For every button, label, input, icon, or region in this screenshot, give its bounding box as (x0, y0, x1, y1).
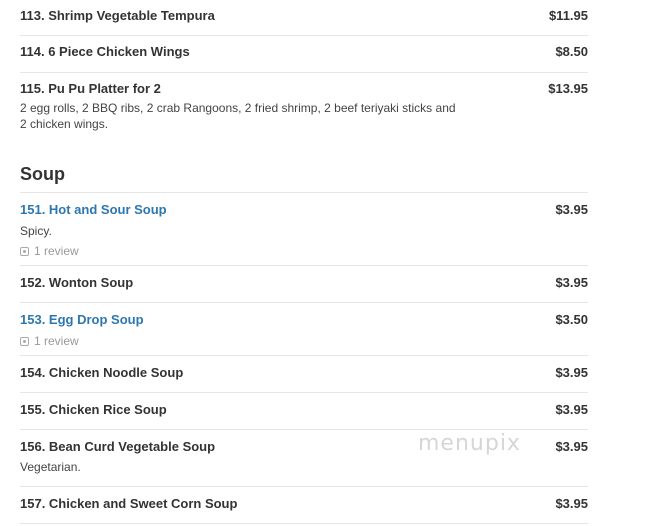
menu-item-link[interactable]: 151. Hot and Sour Soup (20, 202, 167, 218)
menu-item-price: $3.95 (555, 439, 588, 454)
menu-item-name: 157. Chicken and Sweet Corn Soup (20, 496, 238, 511)
menu-item-link[interactable]: 153. Egg Drop Soup (20, 312, 144, 328)
review-count: 1 review (34, 334, 79, 348)
menu-item-price: $3.50 (555, 312, 588, 327)
menu-item: 157. Chicken and Sweet Corn Soup $3.95 (20, 487, 588, 524)
menu-item: 155. Chicken Rice Soup $3.95 (20, 393, 588, 430)
menu-item-price: $3.95 (555, 402, 588, 417)
menu-item: 154. Chicken Noodle Soup $3.95 (20, 356, 588, 393)
review-icon (20, 246, 29, 256)
menu-item: 153. Egg Drop Soup $3.50 1 review (20, 303, 588, 356)
menu-item-name: 113. Shrimp Vegetable Tempura (20, 8, 215, 23)
menu-item-price: $3.95 (555, 202, 588, 217)
menu-item-price: $3.95 (555, 365, 588, 380)
menu-item-name: 154. Chicken Noodle Soup (20, 365, 184, 380)
menu-item-description: 2 egg rolls, 2 BBQ ribs, 2 crab Rangoons… (20, 101, 456, 131)
menu-item-name: 156. Bean Curd Vegetable Soup (20, 439, 216, 454)
menu-item-description: Spicy. (20, 224, 52, 238)
menu-item: 115. Pu Pu Platter for 2 $13.95 2 egg ro… (20, 73, 588, 145)
menu-item-price: $8.50 (555, 44, 588, 59)
section-title-soup: Soup (20, 164, 65, 184)
menu-item-price: $3.95 (555, 275, 588, 290)
menupix-watermark: menupix (418, 431, 521, 456)
menu-item-name: 155. Chicken Rice Soup (20, 402, 167, 417)
menu-item-price: $13.95 (548, 81, 588, 96)
review-link[interactable]: 1 review (20, 243, 588, 259)
menu-item: 151. Hot and Sour Soup $3.95 Spicy. 1 re… (20, 192, 588, 266)
menu-item: 113. Shrimp Vegetable Tempura $11.95 (20, 0, 588, 36)
menu-item-name: 114. 6 Piece Chicken Wings (20, 44, 190, 59)
menu-item-price: $11.95 (548, 8, 588, 23)
menu-item-name: 115. Pu Pu Platter for 2 (20, 81, 161, 96)
menu-item-name: 152. Wonton Soup (20, 275, 134, 290)
menu-item-description: Vegetarian. (20, 460, 81, 474)
menu-item-price: $3.95 (555, 496, 588, 511)
review-count: 1 review (34, 244, 79, 258)
review-icon (20, 336, 29, 346)
menu-item: 152. Wonton Soup $3.95 (20, 266, 588, 303)
menu-item: 114. 6 Piece Chicken Wings $8.50 (20, 36, 588, 73)
review-link[interactable]: 1 review (20, 333, 588, 349)
